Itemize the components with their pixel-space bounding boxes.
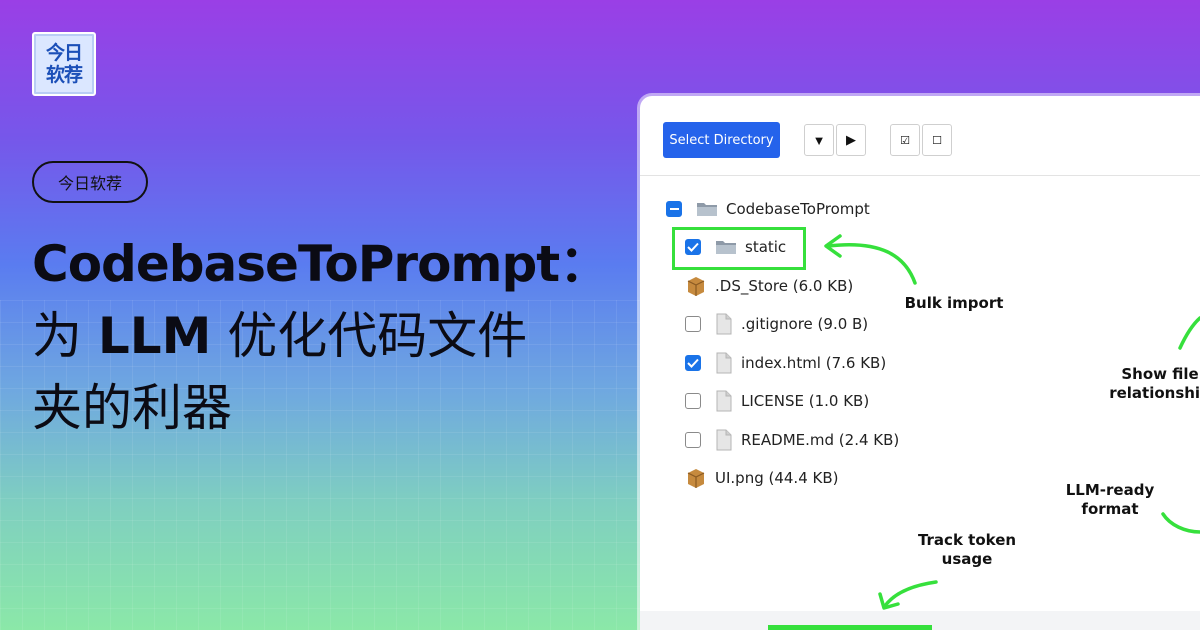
- headline: CodebaseToPrompt： 为 LLM 优化代码文件 夹的利器: [32, 228, 632, 444]
- logo: 今日 软荐: [32, 32, 96, 96]
- headline-line-2-suffix: 优化代码文件: [211, 307, 528, 365]
- annotation-track-token-line-2: usage: [941, 550, 993, 568]
- tree-item-readme[interactable]: README.md (2.4 KB): [685, 427, 899, 453]
- item-checkbox[interactable]: [685, 432, 701, 448]
- tree-item-label: LICENSE (1.0 KB): [741, 392, 870, 410]
- annotation-llm-ready-line-1: LLM-ready: [1065, 481, 1155, 499]
- package-icon: [685, 276, 707, 296]
- annotation-show-file-line-1: Show file: [1121, 365, 1199, 383]
- token-highlight-box: [768, 625, 932, 630]
- expand-all-button[interactable]: ▶: [836, 124, 866, 156]
- static-highlight-box: [672, 227, 806, 270]
- category-badge: 今日软荐: [32, 161, 148, 203]
- headline-line-3: 夹的利器: [32, 379, 232, 437]
- tree-root[interactable]: CodebaseToPrompt: [666, 196, 870, 222]
- folder-icon: [696, 200, 718, 218]
- file-icon: [715, 352, 733, 374]
- logo-line-1: 今日: [45, 42, 83, 64]
- tree-item-label: UI.png (44.4 KB): [715, 469, 839, 487]
- tree-item-label: README.md (2.4 KB): [741, 431, 900, 449]
- toolbar: Select Directory ▼ ▶ ☑ ☐: [640, 96, 1200, 176]
- logo-line-2: 软荐: [45, 64, 83, 86]
- root-checkbox[interactable]: [666, 201, 682, 217]
- tree-item-label: index.html (7.6 KB): [741, 354, 887, 372]
- tree-item-label: CodebaseToPrompt: [726, 200, 870, 218]
- select-directory-button[interactable]: Select Directory: [663, 122, 780, 158]
- item-checkbox[interactable]: [685, 316, 701, 332]
- select-all-button[interactable]: ☑: [890, 124, 920, 156]
- collapse-all-button[interactable]: ▼: [804, 124, 834, 156]
- headline-line-1: CodebaseToPrompt：: [32, 235, 609, 293]
- headline-line-2: 为 LLM 优化代码文件: [32, 300, 632, 372]
- tree-item-license[interactable]: LICENSE (1.0 KB): [685, 388, 869, 414]
- item-checkbox[interactable]: [685, 355, 701, 371]
- tree-item-label: .DS_Store (6.0 KB): [715, 277, 854, 295]
- headline-line-2-bold: LLM: [97, 307, 212, 365]
- annotation-track-token: Track token usage: [907, 531, 1027, 569]
- annotation-llm-ready-line-2: format: [1081, 500, 1139, 518]
- tree-item-index-html[interactable]: index.html (7.6 KB): [685, 350, 886, 376]
- annotation-bulk-import: Bulk import: [904, 294, 1004, 312]
- tree-item-label: .gitignore (9.0 B): [741, 315, 869, 333]
- file-icon: [715, 313, 733, 335]
- annotation-show-file-line-2: relationship: [1109, 384, 1200, 402]
- file-icon: [715, 429, 733, 451]
- tree-item-ui-png[interactable]: UI.png (44.4 KB): [685, 465, 839, 491]
- package-icon: [685, 468, 707, 488]
- headline-line-2-prefix: 为: [32, 307, 98, 365]
- item-checkbox[interactable]: [685, 393, 701, 409]
- annotation-show-file: Show file relationship: [1100, 365, 1200, 403]
- annotation-track-token-line-1: Track token: [917, 531, 1017, 549]
- annotation-llm-ready: LLM-ready format: [1055, 481, 1165, 519]
- deselect-all-button[interactable]: ☐: [922, 124, 952, 156]
- file-icon: [715, 390, 733, 412]
- tree-item-gitignore[interactable]: .gitignore (9.0 B): [685, 311, 868, 337]
- tree-item-ds-store[interactable]: .DS_Store (6.0 KB): [685, 273, 853, 299]
